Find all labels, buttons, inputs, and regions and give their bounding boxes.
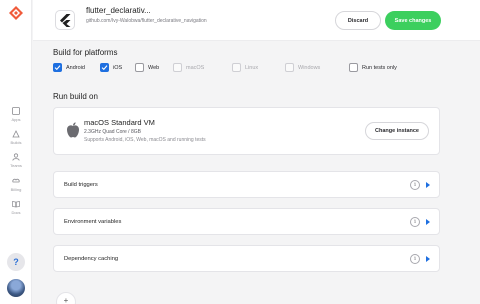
avatar[interactable]: [7, 279, 25, 297]
plus-icon: +: [63, 296, 69, 304]
platform-windows-checkbox: Windows: [285, 63, 320, 72]
platform-label: Android: [66, 64, 85, 71]
run-tests-only-checkbox[interactable]: Run tests only: [349, 63, 397, 72]
sidebar-item-label: Billing: [10, 187, 22, 192]
checkbox-checked-icon: [100, 63, 109, 72]
builds-icon: [12, 130, 20, 138]
vm-support: Supports Android, iOS, Web, macOS and ru…: [84, 137, 206, 143]
teams-icon: [12, 153, 20, 161]
platform-macos-checkbox: macOS: [173, 63, 204, 72]
repository-url[interactable]: github.com/Ivy-Walobwa/flutter_declarati…: [86, 18, 207, 24]
checkbox-empty-icon: [349, 63, 358, 72]
sidebar-item-label: Teams: [10, 163, 22, 168]
platform-label: Windows: [298, 64, 321, 71]
info-icon[interactable]: i: [410, 180, 420, 190]
environment-variables-section[interactable]: Environment variables i: [53, 208, 440, 235]
platform-linux-checkbox: Linux: [232, 63, 258, 72]
run-build-on-heading: Run build on: [53, 92, 98, 101]
vm-name: macOS Standard VM: [84, 118, 155, 127]
platform-label: Web: [148, 64, 160, 71]
sidebar-item-builds[interactable]: Builds: [0, 130, 32, 145]
billing-icon: [12, 178, 20, 183]
chevron-right-icon[interactable]: [426, 219, 430, 225]
chevron-right-icon[interactable]: [426, 182, 430, 188]
section-label: Build triggers: [64, 182, 98, 188]
sidebar: Apps Builds Teams Billing Docs ?: [0, 0, 32, 304]
platform-label: iOS: [113, 64, 123, 71]
dependency-caching-section[interactable]: Dependency caching i: [53, 245, 440, 272]
add-step-button[interactable]: +: [56, 292, 76, 304]
sidebar-item-label: Docs: [11, 210, 21, 215]
sidebar-item-label: Apps: [11, 117, 21, 122]
checkbox-disabled-icon: [232, 63, 241, 72]
codemagic-logo[interactable]: [9, 6, 23, 20]
platform-label: macOS: [186, 64, 205, 71]
change-instance-button[interactable]: Change instance: [365, 122, 429, 140]
section-label: Environment variables: [64, 219, 122, 225]
section-label: Dependency caching: [64, 256, 119, 262]
apps-icon: [12, 107, 20, 115]
sidebar-item-label: Builds: [10, 140, 22, 145]
checkbox-checked-icon: [53, 63, 62, 72]
question-icon: ?: [13, 257, 19, 267]
info-icon[interactable]: i: [410, 217, 420, 227]
platform-web-checkbox[interactable]: Web: [135, 63, 159, 72]
build-triggers-section[interactable]: Build triggers i: [53, 171, 440, 198]
sidebar-item-billing[interactable]: Billing: [0, 177, 32, 192]
checkbox-empty-icon: [135, 63, 144, 72]
vm-spec: 2.3GHz Quad Core / 8GB: [84, 129, 141, 135]
save-changes-button[interactable]: Save changes: [385, 11, 441, 30]
platform-android-checkbox[interactable]: Android: [53, 63, 85, 72]
sidebar-item-teams[interactable]: Teams: [0, 153, 32, 168]
app-header: flutter_declarativ... github.com/Ivy-Wal…: [33, 0, 480, 41]
info-icon[interactable]: i: [410, 254, 420, 264]
build-for-platforms-heading: Build for platforms: [53, 48, 118, 57]
platform-label: Run tests only: [362, 64, 397, 71]
help-button[interactable]: ?: [7, 253, 25, 271]
sidebar-item-docs[interactable]: Docs: [0, 200, 32, 215]
chevron-right-icon[interactable]: [426, 256, 430, 262]
flutter-icon: [55, 10, 75, 30]
build-machine-card: macOS Standard VM 2.3GHz Quad Core / 8GB…: [53, 107, 440, 155]
discard-button[interactable]: Discard: [335, 11, 381, 30]
app-title: flutter_declarativ...: [86, 6, 151, 15]
platform-label: Linux: [245, 64, 259, 71]
checkbox-disabled-icon: [285, 63, 294, 72]
sidebar-item-apps[interactable]: Apps: [0, 107, 32, 122]
checkbox-disabled-icon: [173, 63, 182, 72]
apple-icon: [67, 122, 79, 138]
docs-icon: [12, 201, 20, 208]
platform-ios-checkbox[interactable]: iOS: [100, 63, 122, 72]
